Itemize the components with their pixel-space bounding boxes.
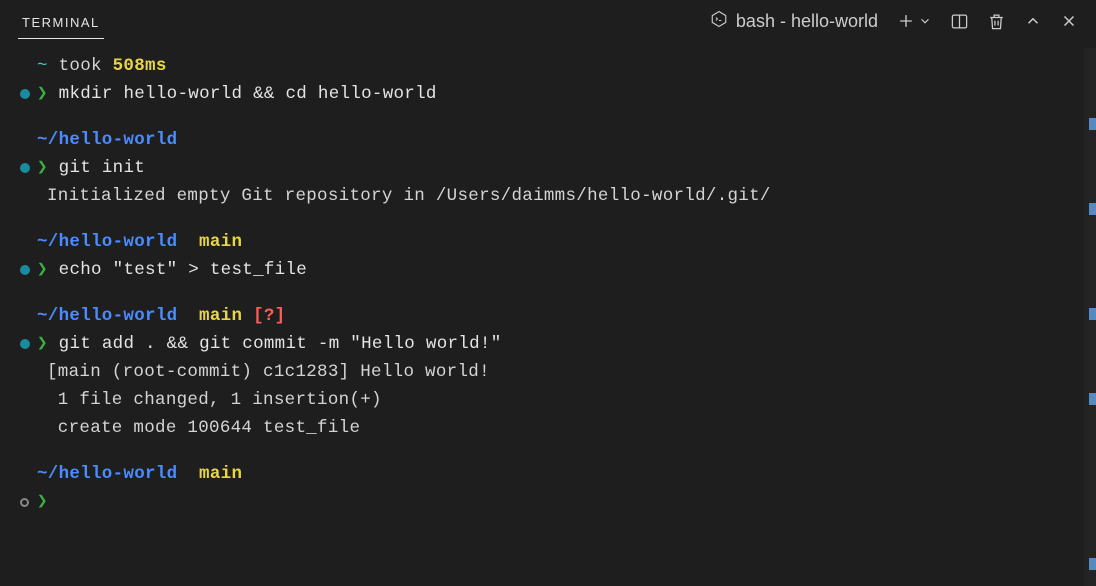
command-text: git add . && git commit -m "Hello world!… xyxy=(48,330,502,358)
status-bullet xyxy=(20,339,30,349)
chevron-down-icon[interactable] xyxy=(918,14,932,28)
prompt-line: ~/hello-world xyxy=(20,126,1076,154)
prompt-line: ~/hello-world main xyxy=(20,460,1076,488)
shell-name: bash - hello-world xyxy=(736,11,878,32)
git-branch-icon xyxy=(188,228,199,256)
git-status: [?] xyxy=(253,302,285,330)
header-actions: bash - hello-world xyxy=(710,10,1078,33)
status-bullet xyxy=(20,265,30,275)
command-line: ❯ mkdir hello-world && cd hello-world xyxy=(20,80,1076,108)
cwd-path: ~/hello-world xyxy=(37,126,177,154)
prompt-chevron: ❯ xyxy=(37,256,48,284)
scrollbar-marker[interactable] xyxy=(1089,118,1096,130)
prompt-line: ~/hello-world main [?] xyxy=(20,302,1076,330)
git-branch: main xyxy=(199,460,242,488)
took-label: took xyxy=(48,52,113,80)
chevron-up-icon[interactable] xyxy=(1024,12,1042,30)
cwd-path: ~/hello-world xyxy=(37,228,188,256)
git-branch: main xyxy=(199,302,253,330)
git-branch-icon xyxy=(188,460,199,488)
command-line: ❯ xyxy=(20,488,1076,516)
output-line: [main (root-commit) c1c1283] Hello world… xyxy=(20,358,1076,386)
scrollbar-marker[interactable] xyxy=(1089,308,1096,320)
status-bullet xyxy=(20,89,30,99)
new-terminal-button[interactable] xyxy=(896,11,932,31)
prompt-chevron: ❯ xyxy=(37,330,48,358)
prompt-line: ~ took 508ms xyxy=(20,52,1076,80)
prompt-chevron: ❯ xyxy=(37,154,48,182)
cwd-path: ~/hello-world xyxy=(37,302,188,330)
command-text: echo "test" > test_file xyxy=(48,256,307,284)
output-line: Initialized empty Git repository in /Use… xyxy=(20,182,1076,210)
output-line: create mode 100644 test_file xyxy=(20,414,1076,442)
trash-button[interactable] xyxy=(987,12,1006,31)
command-text: mkdir hello-world && cd hello-world xyxy=(48,80,437,108)
terminal-output[interactable]: ~ took 508ms ❯ mkdir hello-world && cd h… xyxy=(0,42,1096,526)
git-branch: main xyxy=(199,228,242,256)
command-line: ❯ git init xyxy=(20,154,1076,182)
scrollbar-track[interactable] xyxy=(1084,48,1096,586)
scrollbar-marker[interactable] xyxy=(1089,393,1096,405)
prompt-chevron: ❯ xyxy=(37,80,48,108)
command-text: git init xyxy=(48,154,145,182)
cwd-tilde: ~ xyxy=(37,52,48,80)
cwd-path: ~/hello-world xyxy=(37,460,188,488)
shell-icon xyxy=(710,10,728,33)
split-terminal-button[interactable] xyxy=(950,12,969,31)
git-branch-icon xyxy=(188,302,199,330)
terminal-header: TERMINAL bash - hello-world xyxy=(0,0,1096,42)
command-line: ❯ git add . && git commit -m "Hello worl… xyxy=(20,330,1076,358)
status-bullet xyxy=(20,163,30,173)
close-icon[interactable] xyxy=(1060,12,1078,30)
exec-time: 508ms xyxy=(113,52,167,80)
command-line: ❯ echo "test" > test_file xyxy=(20,256,1076,284)
prompt-chevron: ❯ xyxy=(37,488,48,516)
output-line: 1 file changed, 1 insertion(+) xyxy=(20,386,1076,414)
shell-label[interactable]: bash - hello-world xyxy=(710,10,878,33)
scrollbar-marker[interactable] xyxy=(1089,558,1096,570)
scrollbar-marker[interactable] xyxy=(1089,203,1096,215)
prompt-line: ~/hello-world main xyxy=(20,228,1076,256)
status-bullet-empty xyxy=(20,498,29,507)
terminal-tab[interactable]: TERMINAL xyxy=(18,3,104,39)
